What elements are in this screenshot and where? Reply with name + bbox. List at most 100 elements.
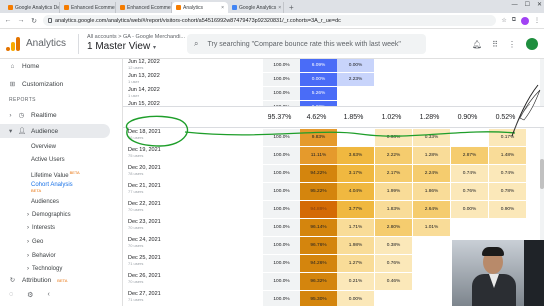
tab-favicon-icon bbox=[232, 5, 237, 10]
address-bar[interactable]: analytics.google.com/analytics/web/#/rep… bbox=[43, 15, 497, 26]
table-row[interactable]: Dec 24, 2021 70 users bbox=[128, 237, 161, 248]
table-row[interactable]: Dec 18, 2021 76 users bbox=[128, 129, 161, 140]
cohort-user-count: 70 users bbox=[128, 206, 144, 212]
discover-icon[interactable]: ◌ bbox=[9, 291, 13, 299]
tab-close-icon[interactable]: × bbox=[278, 5, 281, 11]
sidebar-item-overview[interactable]: Overview bbox=[31, 144, 56, 150]
sidebar-item-demographics[interactable]: › Demographics bbox=[27, 212, 71, 218]
user-avatar[interactable] bbox=[526, 38, 538, 50]
table-cell: 100.0% bbox=[263, 165, 300, 182]
cohort-user-count: 1 user bbox=[128, 78, 140, 84]
browser-tab-bar: Google Analytics Demo×Enhanced Ecommerce… bbox=[0, 0, 544, 13]
sidebar-item-audience[interactable]: ▾ 👤︎ Audience bbox=[0, 124, 110, 138]
maximize-icon[interactable]: ☐ bbox=[525, 0, 530, 11]
reload-icon[interactable]: ↻ bbox=[30, 17, 38, 25]
sidebar-item-cohort-analysis[interactable]: Cohort Analysis BETA bbox=[31, 182, 73, 193]
chevron-right-icon: › bbox=[27, 266, 29, 272]
new-tab-button[interactable]: + bbox=[284, 2, 299, 13]
more-vert-icon[interactable]: ⋮ bbox=[534, 17, 540, 25]
minimize-icon[interactable]: — bbox=[512, 0, 518, 11]
sidebar-item-attribution[interactable]: ↻ Attribution BETA bbox=[0, 273, 123, 287]
tab-favicon-icon bbox=[64, 5, 69, 10]
table-cell: 95.22% bbox=[300, 183, 337, 200]
sidebar-item-realtime[interactable]: › ◷ Realtime bbox=[0, 108, 123, 122]
table-cell: 3.77% bbox=[337, 201, 374, 218]
settings-icon[interactable]: ⚙︎ bbox=[27, 291, 33, 299]
table-row[interactable]: Dec 25, 2021 71 users bbox=[128, 255, 161, 266]
profile-avatar[interactable] bbox=[521, 16, 529, 25]
table-cell: 1.99% bbox=[375, 183, 412, 200]
table-row[interactable]: Dec 27, 2021 71 users bbox=[128, 291, 161, 302]
account-selector[interactable]: All accounts > GA - Google Merchandi... … bbox=[87, 34, 185, 53]
table-cell bbox=[413, 255, 450, 272]
apps-icon[interactable]: ⠿ bbox=[492, 40, 498, 49]
collapse-sidebar-icon[interactable]: ‹ bbox=[47, 291, 49, 299]
table-cell: 0.98% bbox=[375, 129, 412, 146]
table-row[interactable]: Dec 22, 2021 70 users bbox=[128, 201, 161, 212]
table-cell: 0.00% bbox=[337, 59, 374, 72]
tab-close-icon[interactable]: × bbox=[221, 5, 224, 11]
table-cell: 100.0% bbox=[263, 291, 300, 306]
table-cell: 0.76% bbox=[375, 255, 412, 272]
ga-search-box[interactable]: ⌕ Try searching "Compare bounce rate thi… bbox=[187, 34, 426, 54]
table-row[interactable]: Dec 23, 2021 70 users bbox=[128, 219, 161, 230]
table-cell: 0.00% bbox=[300, 73, 337, 86]
table-cell: 1.83% bbox=[375, 201, 412, 218]
table-cell: 100.0% bbox=[263, 255, 300, 272]
sidebar-item-audiences[interactable]: Audiences bbox=[31, 199, 59, 205]
browser-toolbar: ← → ↻ analytics.google.com/analytics/web… bbox=[0, 13, 544, 29]
sidebar-item-geo[interactable]: › Geo bbox=[27, 239, 43, 245]
sidebar-item-label: Interests bbox=[32, 225, 56, 231]
sidebar-item-technology[interactable]: › Technology bbox=[27, 266, 62, 272]
sidebar-item-lifetime-value[interactable]: Lifetime ValueBETA bbox=[31, 170, 80, 179]
back-icon[interactable]: ← bbox=[4, 17, 12, 24]
table-cell: 100.0% bbox=[263, 201, 300, 218]
search-placeholder: Try searching "Compare bounce rate this … bbox=[207, 40, 401, 48]
sidebar-item-interests[interactable]: › Interests bbox=[27, 225, 55, 231]
window-controls: — ☐ ✕ bbox=[512, 0, 542, 11]
table-row[interactable]: Dec 21, 2021 77 users bbox=[128, 183, 161, 194]
bell-icon[interactable]: 🔔︎ bbox=[472, 40, 482, 49]
forward-icon[interactable]: → bbox=[17, 17, 25, 24]
table-row[interactable]: Dec 19, 2021 75 users bbox=[128, 147, 161, 158]
app-name: Analytics bbox=[26, 38, 67, 49]
cohort-user-count: 70 users bbox=[128, 242, 144, 248]
sidebar-footer: ◌ ⚙︎ ‹ bbox=[9, 291, 50, 299]
scrollbar-thumb[interactable] bbox=[540, 159, 544, 189]
table-cell: 0.17% bbox=[489, 129, 526, 146]
sidebar-item-behavior[interactable]: › Behavior bbox=[27, 253, 56, 259]
table-row[interactable]: Dec 26, 2021 70 users bbox=[128, 273, 161, 284]
table-row[interactable]: Dec 20, 2021 78 users bbox=[128, 165, 161, 176]
left-sidebar: ⌂ Home ⊞ Customization REPORTS › ◷ Realt… bbox=[0, 59, 123, 306]
search-icon: ⌕ bbox=[194, 39, 199, 48]
table-cell: 96.76% bbox=[300, 237, 337, 254]
more-vert-icon[interactable]: ⋮ bbox=[508, 40, 516, 49]
table-cell bbox=[451, 129, 488, 146]
beta-badge: BETA bbox=[57, 277, 68, 283]
list-item: Jun 12, 2022 12 users bbox=[128, 59, 160, 70]
table-cell: 100.0% bbox=[263, 59, 300, 72]
audience-icon: 👤︎ bbox=[18, 128, 27, 135]
table-cell: 2.24% bbox=[413, 165, 450, 182]
segment-summary-value: 95.37% bbox=[267, 114, 292, 121]
header-divider bbox=[78, 33, 80, 54]
sidebar-item-home[interactable]: ⌂ Home bbox=[0, 59, 123, 73]
star-icon[interactable]: ☆ bbox=[501, 17, 506, 25]
browser-tab[interactable]: Google Analytics Demo× bbox=[4, 2, 60, 13]
table-cell: 2.64% bbox=[413, 201, 450, 218]
table-cell: 3.17% bbox=[337, 165, 374, 182]
home-icon: ⌂ bbox=[10, 62, 15, 70]
table-cell: 1.71% bbox=[337, 219, 374, 236]
close-window-icon[interactable]: ✕ bbox=[537, 0, 542, 11]
analytics-logo-icon[interactable] bbox=[5, 36, 21, 52]
browser-tab[interactable]: Enhanced Ecommerce× bbox=[116, 2, 172, 13]
extensions-icon[interactable]: ⧉ bbox=[512, 17, 516, 25]
sidebar-item-label: Audience bbox=[31, 127, 59, 135]
browser-tab[interactable]: Analytics × bbox=[172, 2, 228, 13]
table-cell: 0.33% bbox=[413, 129, 450, 146]
browser-tab[interactable]: Google Analytics × bbox=[228, 2, 284, 13]
sidebar-item-active-users[interactable]: Active Users bbox=[31, 157, 65, 163]
sidebar-item-customization[interactable]: ⊞ Customization bbox=[0, 77, 123, 91]
browser-tab[interactable]: Enhanced Ecommerce× bbox=[60, 2, 116, 13]
table-cell: 2.22% bbox=[375, 147, 412, 164]
